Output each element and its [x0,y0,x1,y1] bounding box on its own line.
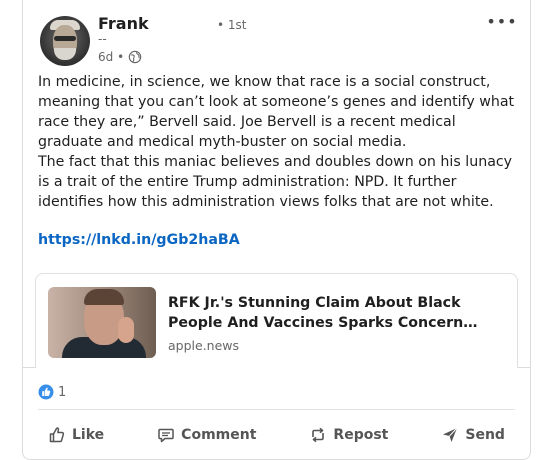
more-options-icon[interactable]: ••• [486,10,516,32]
article-source: apple.news [168,338,240,353]
actions-divider [38,409,515,410]
thumbs-up-icon [49,427,65,443]
like-badge-icon [38,384,54,400]
comment-icon [158,428,174,443]
post-paragraph: In medicine, in science, we know that ra… [38,74,515,150]
post-body: In medicine, in science, we know that ra… [38,72,520,212]
author-avatar[interactable] [40,16,90,66]
name-redaction [150,12,214,38]
repost-button[interactable]: Repost [299,418,398,452]
send-label: Send [465,427,505,443]
article-thumbnail[interactable] [48,287,156,358]
post-time: 6d • [98,50,125,64]
globe-icon [128,50,142,64]
article-preview[interactable]: RFK Jr.'s Stunning Claim About Black Peo… [35,273,518,368]
like-button[interactable]: Like [38,418,114,452]
author-headline: -- [98,32,107,46]
action-bar: Like Comment Repost Send [38,418,515,452]
connection-degree: • 1st [217,18,247,32]
send-icon [443,427,458,442]
post-paragraph: The fact that this maniac believes and d… [38,154,513,210]
repost-label: Repost [333,427,389,443]
reactions-summary[interactable]: 1 [38,384,66,400]
repost-icon [312,427,325,443]
post-meta: 6d • [98,50,142,64]
reactions-count: 1 [58,384,67,400]
post-link[interactable]: https://lnkd.in/gGb2haBA [38,232,240,248]
like-label: Like [72,427,105,443]
comment-button[interactable]: Comment [147,418,266,452]
article-title[interactable]: RFK Jr.'s Stunning Claim About Black Peo… [168,293,488,333]
comment-label: Comment [181,427,257,443]
send-button[interactable]: Send [431,418,515,452]
